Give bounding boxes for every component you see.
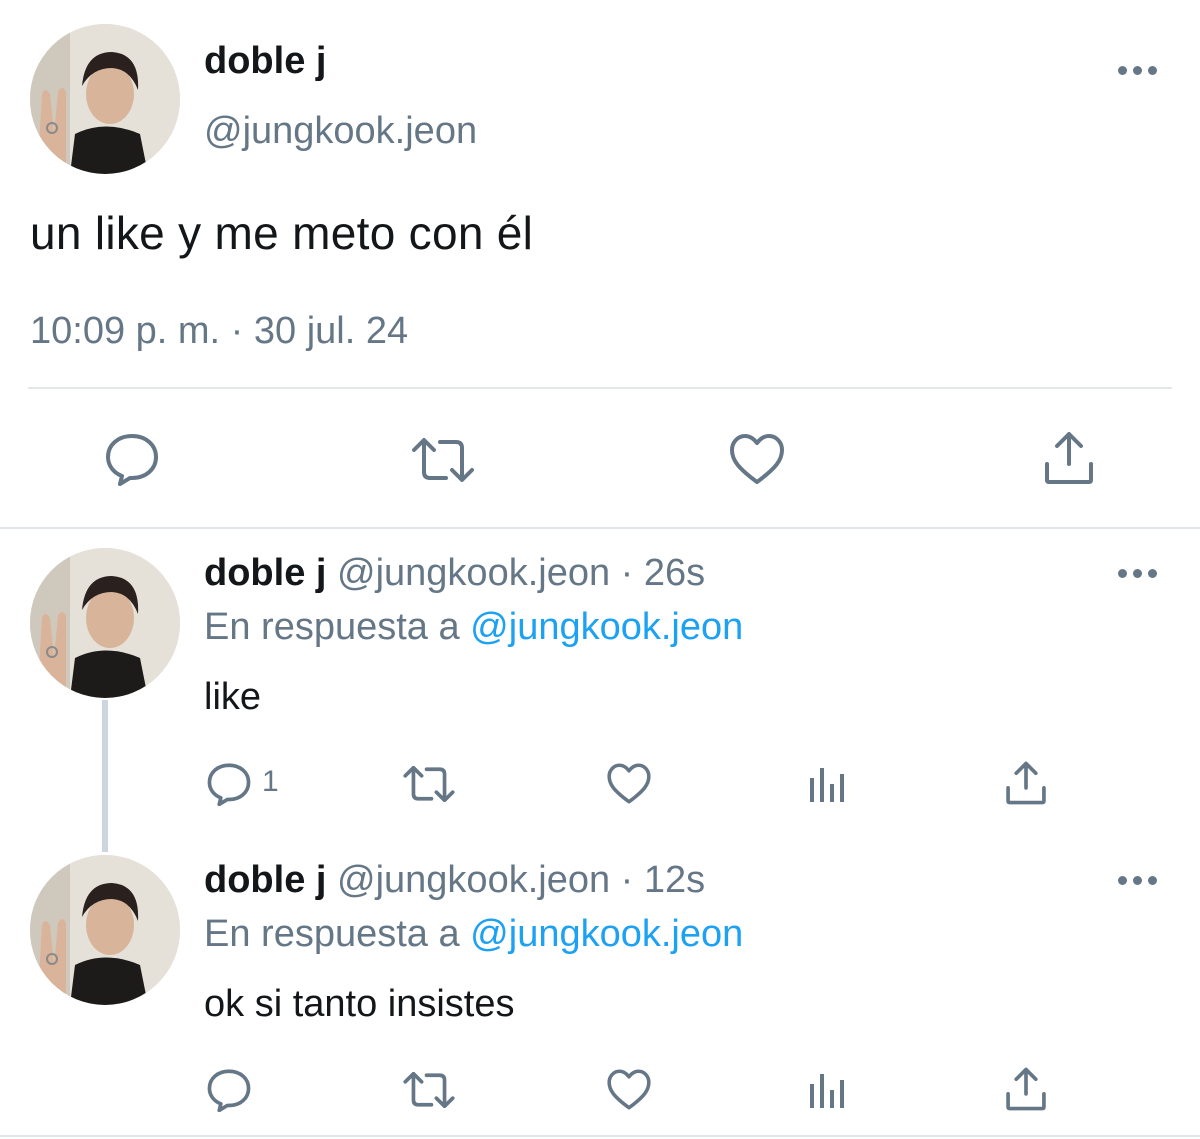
retweet-icon[interactable]	[410, 438, 476, 482]
display-name[interactable]: doble j	[204, 40, 326, 83]
like-icon[interactable]	[606, 1068, 652, 1111]
reply-icon[interactable]	[206, 762, 252, 806]
replying-prefix: En respuesta a	[204, 606, 471, 648]
share-icon[interactable]	[1004, 760, 1048, 806]
tweet-text: like	[204, 676, 262, 718]
handle-time[interactable]: @jungkook.jeon · 26s	[337, 552, 705, 594]
share-icon[interactable]	[1004, 1066, 1048, 1112]
tweet-timestamp[interactable]: 10:09 p. m. · 30 jul. 24	[30, 310, 408, 353]
user-handle[interactable]: @jungkook.jeon	[204, 110, 477, 153]
more-options-icon[interactable]	[1118, 876, 1158, 888]
retweet-icon[interactable]	[402, 1072, 456, 1108]
divider	[28, 387, 1172, 389]
reply-icon[interactable]	[104, 432, 160, 486]
replying-to: En respuesta a @jungkook.jeon	[204, 913, 743, 956]
section-divider	[0, 527, 1200, 529]
mention-link[interactable]: @jungkook.jeon	[470, 606, 743, 648]
display-name[interactable]: doble j	[204, 552, 326, 594]
analytics-icon[interactable]	[808, 764, 848, 804]
tweet-text: ok si tanto insistes	[204, 983, 515, 1025]
retweet-icon[interactable]	[402, 766, 456, 802]
reply-icon[interactable]	[206, 1068, 252, 1112]
section-divider	[0, 1135, 1200, 1137]
share-icon[interactable]	[1042, 430, 1096, 486]
reply-header: doble j @jungkook.jeon · 12s	[204, 859, 705, 902]
avatar[interactable]	[30, 24, 180, 174]
tweet-text: un like y me meto con él	[30, 207, 534, 259]
reply-header: doble j @jungkook.jeon · 26s	[204, 552, 705, 595]
analytics-icon[interactable]	[808, 1070, 848, 1110]
replying-to: En respuesta a @jungkook.jeon	[204, 606, 743, 649]
like-icon[interactable]	[728, 432, 786, 486]
avatar[interactable]	[30, 548, 180, 698]
thread-line	[102, 700, 108, 852]
handle-time[interactable]: @jungkook.jeon · 12s	[337, 859, 705, 901]
like-icon[interactable]	[606, 762, 652, 805]
reply-count: 1	[262, 765, 279, 798]
avatar[interactable]	[30, 855, 180, 1005]
replying-prefix: En respuesta a	[204, 913, 471, 955]
display-name[interactable]: doble j	[204, 859, 326, 901]
more-options-icon[interactable]	[1118, 66, 1158, 78]
mention-link[interactable]: @jungkook.jeon	[470, 913, 743, 955]
more-options-icon[interactable]	[1118, 569, 1158, 581]
